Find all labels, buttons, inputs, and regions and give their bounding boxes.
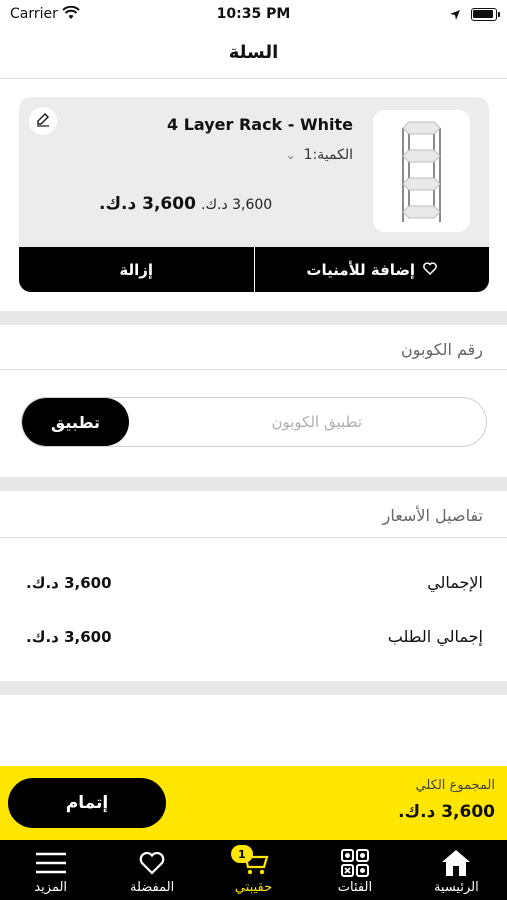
quantity-selector[interactable]: ⌄ الكمية:1 <box>286 147 353 163</box>
cart-item-actions: إزالة إضافة للأمنيات <box>19 247 489 292</box>
checkout-button[interactable]: إتمام <box>8 778 166 828</box>
coupon-input[interactable] <box>132 398 486 446</box>
coupon-title-divider <box>0 369 507 370</box>
section-divider <box>0 477 507 491</box>
remove-label: إزالة <box>119 260 154 279</box>
order-total-value: 3,600 د.ك. <box>26 628 112 646</box>
battery-icon <box>471 8 500 21</box>
tab-bar: المزيد المفضلة 1 حقيبتي الفئات الرئيسية <box>0 840 507 900</box>
pencil-icon <box>35 111 51 131</box>
add-to-wishlist-button[interactable]: إضافة للأمنيات <box>255 247 490 292</box>
categories-icon <box>340 846 370 880</box>
tab-favorites[interactable]: المفضلة <box>101 840 202 900</box>
coupon-section-title: رقم الكوبون <box>401 340 483 359</box>
home-icon <box>440 846 472 880</box>
chevron-down-icon: ⌄ <box>285 148 296 162</box>
clock: 10:35 PM <box>216 6 291 22</box>
tab-more-label: المزيد <box>34 880 68 895</box>
menu-icon <box>35 846 67 880</box>
status-bar: Carrier 10:35 PM <box>0 0 507 30</box>
grand-total-label: المجموع الكلي <box>415 778 496 793</box>
cart-count-badge: 1 <box>230 845 253 863</box>
line-total-price: 3,600 د.ك. <box>99 194 196 214</box>
order-total-label: إجمالي الطلب <box>387 627 483 646</box>
product-name[interactable]: 4 Layer Rack - White <box>167 115 353 134</box>
heart-outline-icon <box>423 261 437 279</box>
unit-price: 3,600 د.ك. <box>201 197 273 213</box>
subtotal-label: الإجمالي <box>427 573 483 592</box>
location-arrow-icon <box>449 6 461 25</box>
tab-favorites-label: المفضلة <box>130 880 175 895</box>
coupon-form: تطبيق <box>21 397 487 447</box>
tab-cart[interactable]: 1 حقيبتي <box>203 840 304 900</box>
price-details-title: تفاصيل الأسعار <box>382 506 483 525</box>
section-divider <box>0 681 507 695</box>
tab-home-label: الرئيسية <box>433 880 479 895</box>
section-divider <box>0 311 507 325</box>
apply-coupon-button[interactable]: تطبيق <box>22 398 129 446</box>
checkout-bar: إتمام المجموع الكلي 3,600 د.ك. <box>0 766 507 840</box>
tab-categories-label: الفئات <box>337 880 373 895</box>
subtotal-value: 3,600 د.ك. <box>26 574 112 592</box>
heart-icon <box>139 846 165 880</box>
cart-item-card: 4 Layer Rack - White ⌄ الكمية:1 3,600 د.… <box>19 97 489 292</box>
quantity-label: الكمية:1 <box>303 147 353 163</box>
tab-home[interactable]: الرئيسية <box>406 840 507 900</box>
wishlist-label: إضافة للأمنيات <box>306 260 416 279</box>
page-title: السلة <box>228 42 279 63</box>
product-image[interactable] <box>373 110 470 232</box>
remove-button[interactable]: إزالة <box>19 247 254 292</box>
tab-more[interactable]: المزيد <box>0 840 101 900</box>
grand-total-value: 3,600 د.ك. <box>398 802 495 822</box>
tab-categories[interactable]: الفئات <box>304 840 405 900</box>
header-divider <box>0 78 507 79</box>
price-details-divider <box>0 537 507 538</box>
edit-item-button[interactable] <box>29 107 57 135</box>
tab-cart-label: حقيبتي <box>234 880 273 895</box>
